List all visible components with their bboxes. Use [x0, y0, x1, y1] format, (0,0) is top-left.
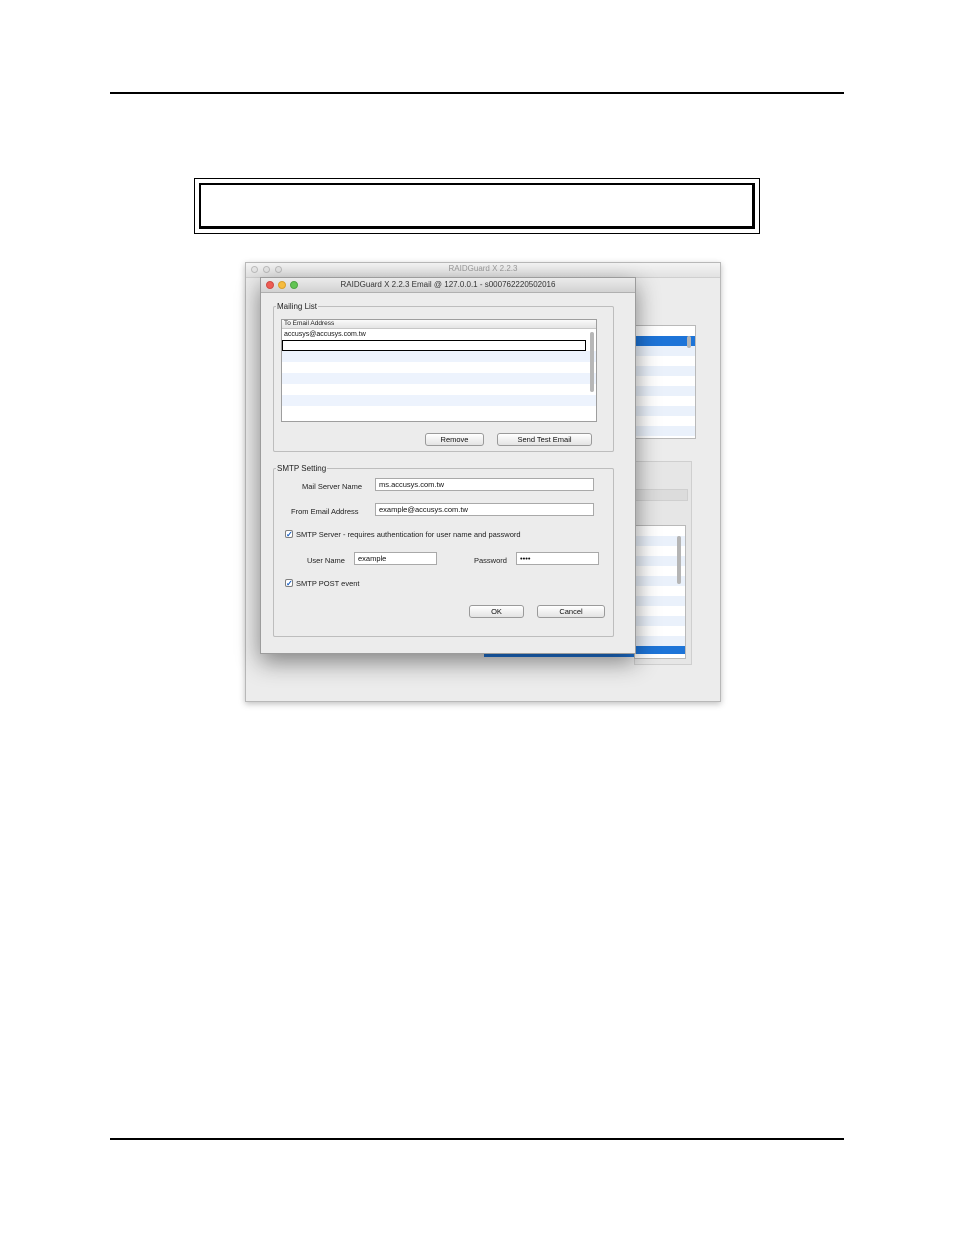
mailing-list-empty-row[interactable] [282, 395, 596, 406]
footer-rule [110, 1138, 844, 1140]
from-email-label: From Email Address [291, 507, 359, 516]
background-lower-header [634, 489, 688, 501]
remove-button[interactable]: Remove [425, 433, 484, 446]
from-email-input[interactable]: example@accusys.com.tw [375, 503, 594, 516]
password-input[interactable]: •••• [516, 552, 599, 565]
mailing-list-group: Mailing List To Email Address accusys@ac… [273, 302, 614, 452]
password-label: Password [474, 556, 507, 565]
cancel-button[interactable]: Cancel [537, 605, 605, 618]
smtp-setting-group: SMTP Setting Mail Server Name ms.accusys… [273, 464, 614, 637]
mailing-list-column-header[interactable]: To Email Address [282, 320, 596, 329]
mailing-list-new-entry-input[interactable] [282, 340, 586, 351]
mailing-list-table[interactable]: To Email Address accusys@accusys.com.tw [281, 319, 597, 422]
username-input[interactable]: example [354, 552, 437, 565]
header-rule [110, 92, 844, 94]
ok-button[interactable]: OK [469, 605, 524, 618]
smtp-setting-legend: SMTP Setting [277, 464, 327, 473]
mailing-list-empty-row[interactable] [282, 373, 596, 384]
background-top-list[interactable] [634, 325, 696, 439]
mail-server-input[interactable]: ms.accusys.com.tw [375, 478, 594, 491]
username-label: User Name [307, 556, 345, 565]
smtp-auth-checkbox[interactable]: ✓ [285, 530, 293, 539]
mailing-list-empty-row[interactable] [282, 406, 596, 417]
background-window-titlebar: RAIDGuard X 2.2.3 [246, 263, 720, 278]
mailing-list-empty-row[interactable] [282, 351, 596, 362]
mailing-list-scrollbar[interactable] [590, 332, 594, 392]
smtp-auth-label: SMTP Server - requires authentication fo… [296, 530, 521, 539]
background-bottom-scrollbar[interactable] [677, 536, 681, 584]
background-window-title: RAIDGuard X 2.2.3 [448, 264, 518, 273]
send-test-email-button[interactable]: Send Test Email [497, 433, 592, 446]
mailing-list-legend: Mailing List [277, 302, 318, 311]
mailing-list-empty-row[interactable] [282, 362, 596, 373]
mailing-list-empty-row[interactable] [282, 384, 596, 395]
smtp-post-event-label: SMTP POST event [296, 579, 360, 588]
mail-server-label: Mail Server Name [302, 482, 363, 491]
note-box-inner [199, 183, 755, 229]
background-bottom-list[interactable] [634, 525, 686, 659]
email-dialog-title: RAIDGuard X 2.2.3 Email @ 127.0.0.1 - s0… [340, 280, 556, 289]
email-dialog: RAIDGuard X 2.2.3 Email @ 127.0.0.1 - s0… [260, 277, 636, 654]
email-dialog-titlebar: RAIDGuard X 2.2.3 Email @ 127.0.0.1 - s0… [261, 278, 635, 293]
smtp-post-event-checkbox[interactable]: ✓ [285, 579, 293, 588]
mailing-list-row[interactable]: accusys@accusys.com.tw [282, 329, 596, 340]
note-box [194, 178, 760, 234]
background-top-scrollbar[interactable] [687, 336, 691, 348]
